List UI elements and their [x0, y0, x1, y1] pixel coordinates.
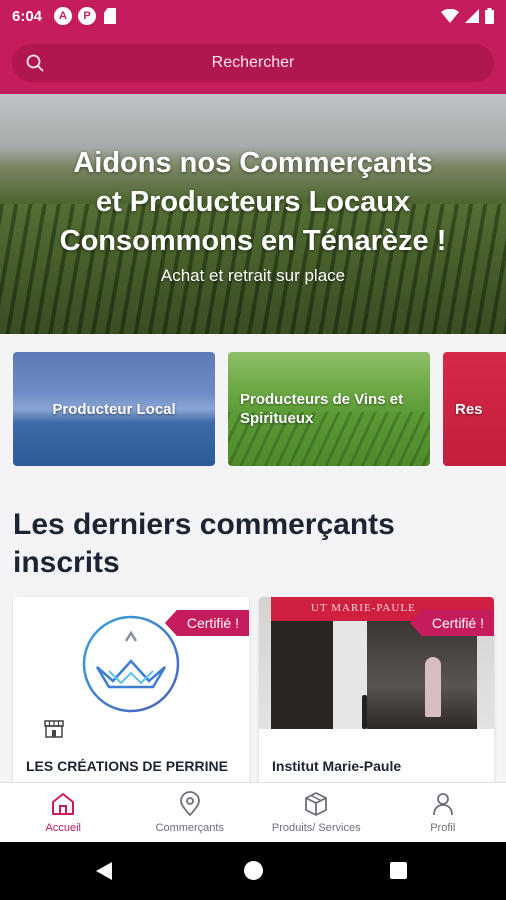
user-icon [432, 793, 453, 816]
status-bar: 6:04 A P [0, 0, 506, 32]
certified-badge: Certifié ! [164, 610, 249, 636]
storefront-bollard [362, 695, 367, 729]
shop-icon [44, 720, 64, 738]
certified-badge: Certifié ! [409, 610, 494, 636]
category-card-producteur-local[interactable]: Producteur Local [13, 352, 215, 466]
nav-item-produits-services[interactable]: Produits/ Services [253, 783, 380, 842]
storefront-door [271, 621, 333, 729]
home-icon [52, 793, 75, 815]
back-icon[interactable] [96, 862, 112, 880]
category-card-partial[interactable]: Res [443, 352, 506, 466]
signal-icon [465, 9, 479, 23]
status-time: 6:04 [12, 7, 43, 25]
merchant-card-marie-paule[interactable]: UT MARIE-PAULE Certifié ! Institut Marie… [259, 597, 494, 787]
nav-label: Profil [430, 822, 456, 834]
app-notification-icon: A [54, 7, 73, 25]
app-header: Rechercher [0, 32, 506, 94]
nav-label: Accueil [45, 822, 81, 834]
merchant-card-perrine[interactable]: Certifié ! LES CRÉATIONS DE PERRINE [13, 597, 249, 787]
nav-label: Commerçants [155, 822, 224, 834]
status-indicators [441, 8, 494, 24]
battery-icon [485, 8, 494, 24]
storefront-window [367, 621, 477, 729]
hero-banner: Aidons nos Commerçants et Producteurs Lo… [0, 94, 506, 334]
section-title: Les derniers commerçants inscrits [13, 508, 395, 579]
nav-item-accueil[interactable]: Accueil [0, 783, 127, 842]
nav-label: Produits/ Services [271, 822, 361, 834]
home-circle-icon[interactable] [244, 861, 263, 880]
category-label: Producteur Local [52, 400, 176, 418]
map-pin-icon [179, 791, 200, 817]
system-navigation-bar [0, 842, 506, 900]
package-icon [305, 792, 328, 816]
hero-subtitle: Achat et retrait sur place [160, 266, 346, 285]
recent-apps-icon[interactable] [390, 862, 407, 879]
bottom-navigation: Accueil Commerçants Produits/ Services P… [0, 782, 506, 842]
sim-card-icon [104, 8, 117, 24]
search-icon [26, 54, 44, 72]
search-placeholder: Rechercher [211, 54, 295, 71]
merchant-name: Institut Marie-Paule [272, 758, 402, 774]
category-carousel[interactable]: Producteur Local Producteurs de Vins et … [0, 352, 506, 468]
hero-title: Aidons nos Commerçants et Producteurs Lo… [59, 147, 447, 257]
category-label: Res [455, 400, 483, 418]
nav-item-commercants[interactable]: Commerçants [127, 783, 254, 842]
wifi-icon [441, 9, 459, 23]
search-bar[interactable]: Rechercher [12, 44, 494, 82]
storefront-display [425, 657, 441, 717]
nav-item-profil[interactable]: Profil [380, 783, 506, 842]
merchant-name: LES CRÉATIONS DE PERRINE [26, 758, 228, 774]
category-label: Producteurs de Vins et Spiritueux [240, 391, 404, 427]
app-notification-icon: P [78, 7, 97, 25]
category-card-vins-spiritueux[interactable]: Producteurs de Vins et Spiritueux [228, 352, 430, 466]
